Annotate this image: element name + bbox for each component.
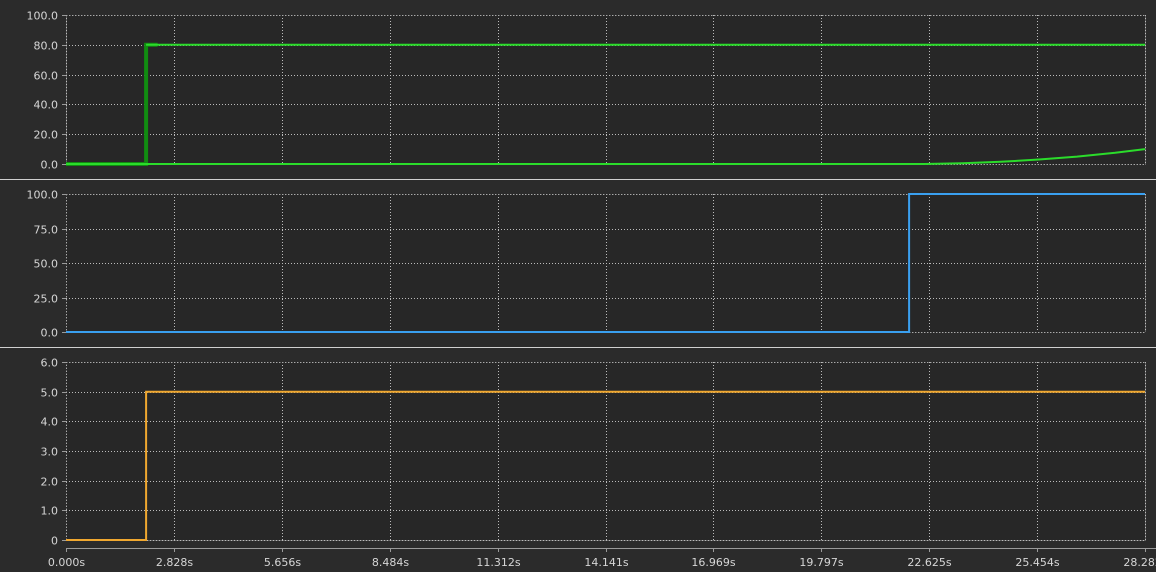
x-tick-label: 0.000s (48, 556, 85, 569)
plot-area-1 (66, 15, 1145, 164)
x-tick-label: 22.625s (907, 556, 951, 569)
y-tick-label: 0.0 (41, 327, 59, 340)
y-tick-label: 40.0 (34, 99, 59, 112)
y-tick-label: 25.0 (34, 293, 59, 306)
x-tick-label: 19.797s (799, 556, 843, 569)
plot-area-2 (66, 194, 1145, 332)
y-tick-label: 6.0 (41, 357, 59, 370)
x-tick-label: 11.312s (476, 556, 520, 569)
chart-svg: 0.0 20.0 40.0 60.0 80.0 100.0 0.0 25.0 50.0 75.0 1… (0, 0, 1156, 572)
x-tick-label: 28.282s (1123, 556, 1156, 569)
plot-area-3 (66, 362, 1145, 540)
y-tick-label: 4.0 (41, 416, 59, 429)
chart-area: 0.0 20.0 40.0 60.0 80.0 100.0 0.0 25.0 50.0 75.0 1… (0, 0, 1156, 572)
y-tick-label: 0 (51, 535, 58, 548)
y-tick-label: 50.0 (34, 258, 59, 271)
x-tick-label: 16.969s (691, 556, 735, 569)
y-tick-label: 80.0 (34, 40, 59, 53)
x-tick-label: 8.484s (372, 556, 409, 569)
y-tick-label: 3.0 (41, 446, 59, 459)
y-tick-label: 60.0 (34, 70, 59, 83)
y-tick-label: 2.0 (41, 476, 59, 489)
x-tick-label: 25.454s (1015, 556, 1059, 569)
y-tick-label: 5.0 (41, 387, 59, 400)
y-tick-label: 100.0 (27, 10, 59, 23)
y-tick-label: 20.0 (34, 129, 59, 142)
x-tick-label: 14.141s (584, 556, 628, 569)
y-tick-label: 0.0 (41, 159, 59, 172)
y-tick-label: 75.0 (34, 224, 59, 237)
y-tick-label: 100.0 (27, 189, 59, 202)
y-tick-label: 1.0 (41, 505, 59, 518)
x-tick-label: 5.656s (264, 556, 301, 569)
x-tick-label: 2.828s (156, 556, 193, 569)
